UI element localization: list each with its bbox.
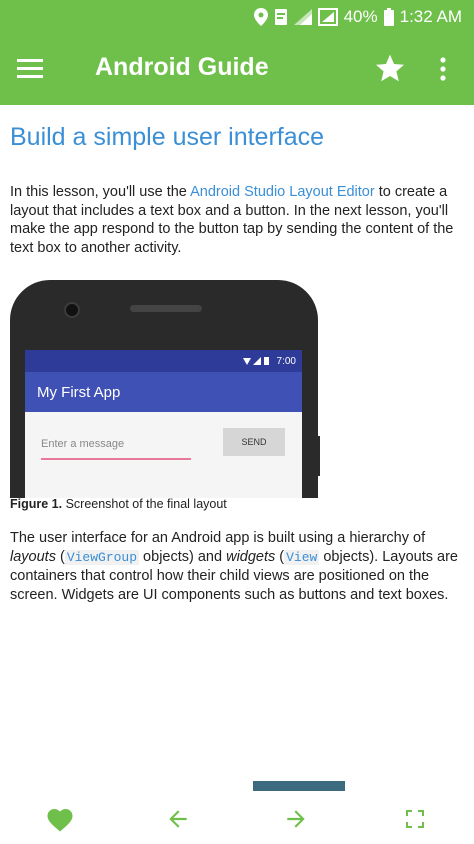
send-button-preview: SEND — [223, 428, 285, 456]
favorite-button[interactable] — [374, 52, 406, 84]
clock: 1:32 AM — [399, 7, 462, 26]
figure-screenshot: 7:00 My First App Enter a message SEND — [10, 280, 320, 498]
intro-text-start: In this lesson, you'll use the — [10, 184, 191, 200]
previous-button[interactable] — [160, 801, 196, 837]
phone-time: 7:00 — [276, 355, 296, 367]
phone-camera — [64, 302, 80, 318]
phone-signal-icon — [242, 357, 269, 365]
hamburger-icon — [17, 59, 43, 78]
body-text-3: objects) and — [139, 548, 227, 565]
next-button[interactable] — [278, 801, 314, 837]
more-vert-icon — [440, 57, 446, 81]
layout-editor-link[interactable]: Android Studio Layout Editor — [190, 184, 375, 200]
viewgroup-link[interactable]: ViewGroup — [64, 549, 140, 565]
overflow-menu-button[interactable] — [432, 54, 454, 84]
view-link[interactable]: View — [284, 549, 320, 565]
page-title: Build a simple user interface — [10, 123, 325, 151]
phone-screen: 7:00 My First App Enter a message SEND — [25, 350, 302, 498]
phone-speaker — [130, 305, 202, 312]
menu-button[interactable] — [14, 56, 48, 82]
body-text-2: ( — [55, 548, 65, 565]
bottom-navigation — [0, 795, 474, 844]
cell-signal-icon — [317, 8, 338, 26]
arrow-left-icon — [169, 810, 187, 828]
body-text-1: The user interface for an Android app is… — [10, 530, 426, 546]
status-bar: 40% 1:32 AM — [253, 5, 462, 29]
phone-status-bar: 7:00 — [25, 350, 302, 372]
phone-side-button — [318, 436, 320, 476]
term-layouts: layouts — [10, 548, 56, 565]
body-paragraph: The user interface for an Android app is… — [10, 529, 470, 604]
notification-icon — [274, 9, 287, 25]
location-icon — [253, 8, 268, 26]
star-icon — [376, 54, 404, 82]
fullscreen-icon — [406, 810, 424, 828]
message-input-preview: Enter a message — [41, 438, 191, 460]
caption-text: Screenshot of the final layout — [62, 497, 227, 511]
battery-icon — [383, 8, 394, 26]
figure-caption: Figure 1. Screenshot of the final layout — [10, 497, 227, 511]
intro-paragraph: In this lesson, you'll use the Android S… — [10, 183, 470, 257]
app-title: Android Guide — [95, 53, 269, 81]
fullscreen-button[interactable] — [397, 801, 433, 837]
battery-percent: 40% — [343, 7, 378, 26]
heart-icon — [47, 809, 73, 832]
body-text-4: ( — [275, 548, 285, 565]
phone-app-bar: My First App — [25, 372, 302, 412]
arrow-right-icon — [287, 810, 305, 828]
app-bar: 40% 1:32 AM Android Guide — [0, 0, 474, 105]
term-widgets: widgets — [226, 548, 276, 565]
phone-frame: 7:00 My First App Enter a message SEND — [10, 280, 318, 498]
wifi-signal-icon — [293, 9, 312, 25]
favorite-nav-button[interactable] — [42, 801, 78, 837]
caption-label: Figure 1. — [10, 497, 63, 511]
scroll-indicator[interactable] — [253, 781, 345, 791]
